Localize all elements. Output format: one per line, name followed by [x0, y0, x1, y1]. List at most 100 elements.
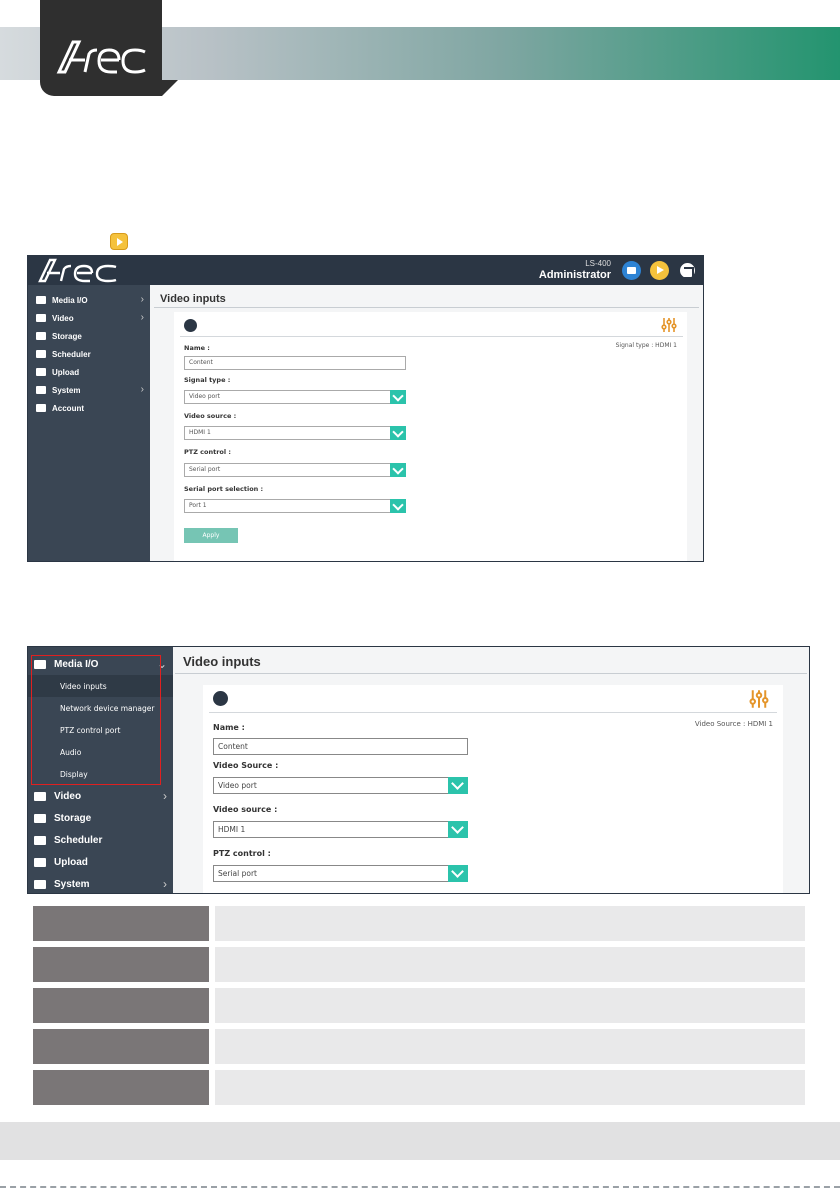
video-icon	[36, 314, 46, 322]
storage-icon	[34, 813, 46, 823]
table-key-cell	[33, 906, 209, 941]
select-value: HDMI 1	[218, 825, 246, 834]
sidebar-item-label: Video	[54, 790, 82, 802]
top-bar: LS-400 Administrator	[28, 256, 703, 285]
signal-type-readout: Signal type : HDMI 1	[615, 342, 677, 349]
calendar-icon	[34, 835, 46, 845]
chevron-right-icon: ›	[140, 384, 144, 395]
sidebar-item-system[interactable]: System ›	[28, 381, 150, 399]
chevron-right-icon: ›	[140, 312, 144, 323]
name-label: Name :	[184, 344, 210, 352]
select-value: Port 1	[189, 502, 207, 509]
table-key-cell	[33, 1029, 209, 1064]
device-model: LS-400	[585, 259, 611, 268]
sidebar: Media I/O › Video › Storage Scheduler Uplo…	[28, 285, 150, 561]
video-source-select[interactable]: Video port	[213, 777, 468, 794]
select-value: HDMI 1	[189, 429, 211, 436]
ptz-control-select[interactable]: Serial port	[184, 463, 406, 477]
page-title: Video inputs	[183, 654, 261, 669]
select-value: Video port	[218, 781, 257, 790]
user-role: Administrator	[538, 269, 611, 281]
sidebar-item-label: System	[52, 385, 81, 395]
chevron-down-icon[interactable]	[390, 499, 406, 513]
chevron-down-icon[interactable]	[390, 463, 406, 477]
storage-icon	[36, 332, 46, 340]
highlight-box	[31, 655, 161, 785]
sidebar-item-storage[interactable]: Storage	[28, 327, 150, 345]
table-row	[33, 1029, 805, 1064]
sidebar-item-label: Upload	[52, 367, 80, 377]
sidebar-item-scheduler[interactable]: Scheduler	[28, 345, 150, 363]
sidebar-item-label: Scheduler	[52, 349, 91, 359]
table-row	[33, 988, 805, 1023]
sidebar-item-label: Storage	[54, 812, 92, 824]
name-label: Name :	[213, 723, 245, 732]
page-edge-dashes	[0, 1186, 840, 1188]
sliders-icon[interactable]	[749, 689, 769, 709]
name-field[interactable]: Content	[213, 738, 468, 755]
page-title: Video inputs	[160, 293, 226, 305]
sidebar-item-label: Upload	[54, 856, 88, 868]
chevron-right-icon: ›	[163, 877, 167, 891]
signal-type-label: Signal type :	[184, 376, 231, 384]
sidebar-item-label: Account	[52, 403, 84, 413]
chevron-down-icon[interactable]	[448, 821, 468, 838]
table-row	[33, 947, 805, 982]
sliders-icon[interactable]	[661, 317, 677, 333]
media-io-icon	[36, 296, 46, 304]
main-panel: Video inputs Video Source : HDMI 1 Name …	[173, 647, 809, 893]
serial-port-label: Serial port selection :	[184, 485, 264, 493]
chevron-down-icon[interactable]	[390, 390, 406, 404]
name-field[interactable]: Content	[184, 356, 406, 370]
sidebar-item-scheduler[interactable]: Scheduler	[28, 829, 173, 851]
table-key-cell	[33, 988, 209, 1023]
studio-icon[interactable]	[622, 261, 641, 280]
table-row	[33, 906, 805, 941]
player-app-icon	[110, 233, 128, 250]
sidebar-item-media-io[interactable]: Media I/O ›	[28, 291, 150, 309]
arec-logo	[56, 40, 146, 74]
sidebar-item-upload[interactable]: Upload	[28, 851, 173, 873]
manual-page: LS-400 Administrator Media I/O › Video › S…	[0, 0, 840, 1192]
video-source-select[interactable]: HDMI 1	[213, 821, 468, 838]
chevron-down-icon[interactable]	[448, 865, 468, 882]
screenshot-video-inputs-full: LS-400 Administrator Media I/O › Video › S…	[27, 255, 704, 562]
footer-bar	[0, 1122, 840, 1160]
chevron-right-icon: ›	[163, 789, 167, 803]
user-icon	[36, 404, 46, 412]
sidebar-item-storage[interactable]: Storage	[28, 807, 173, 829]
sidebar-item-system[interactable]: System ›	[28, 873, 173, 893]
sidebar-item-label: System	[54, 878, 90, 890]
tools-icon	[34, 879, 46, 889]
ptz-control-label: PTZ control :	[213, 849, 271, 858]
sidebar-item-account[interactable]: Account	[28, 399, 150, 417]
logout-icon[interactable]	[678, 261, 697, 280]
divider	[180, 336, 683, 337]
chevron-right-icon: ›	[140, 294, 144, 305]
table-value-cell	[215, 947, 805, 982]
upload-icon	[36, 368, 46, 376]
settings-card: Signal type : HDMI 1 Name : Content Sign…	[174, 312, 687, 561]
main-panel: Video inputs Signal type : HDMI 1 Name :…	[150, 285, 703, 561]
ptz-control-select[interactable]: Serial port	[213, 865, 468, 882]
sidebar-item-video[interactable]: Video ›	[28, 309, 150, 327]
serial-port-select[interactable]: Port 1	[184, 499, 406, 513]
divider	[209, 712, 777, 713]
chevron-down-icon[interactable]	[390, 426, 406, 440]
signal-type-select[interactable]: Video port	[184, 390, 406, 404]
player-icon[interactable]	[650, 261, 669, 280]
sidebar-item-label: Media I/O	[52, 295, 88, 305]
chevron-down-icon[interactable]	[448, 777, 468, 794]
sidebar-item-video[interactable]: Video ›	[28, 785, 173, 807]
sidebar-item-upload[interactable]: Upload	[28, 363, 150, 381]
sidebar-item-label: Video	[52, 313, 74, 323]
divider	[154, 307, 699, 308]
video-source-readout: Video Source : HDMI 1	[694, 720, 773, 728]
video-source-select[interactable]: HDMI 1	[184, 426, 406, 440]
monitor-icon	[184, 319, 197, 332]
video-source-label: Video Source :	[213, 761, 279, 770]
upload-icon	[34, 857, 46, 867]
tools-icon	[36, 386, 46, 394]
apply-button[interactable]: Apply	[184, 528, 238, 543]
screenshot-video-inputs-menu: Media I/O ⌄ Video inputs Network device m…	[27, 646, 810, 894]
